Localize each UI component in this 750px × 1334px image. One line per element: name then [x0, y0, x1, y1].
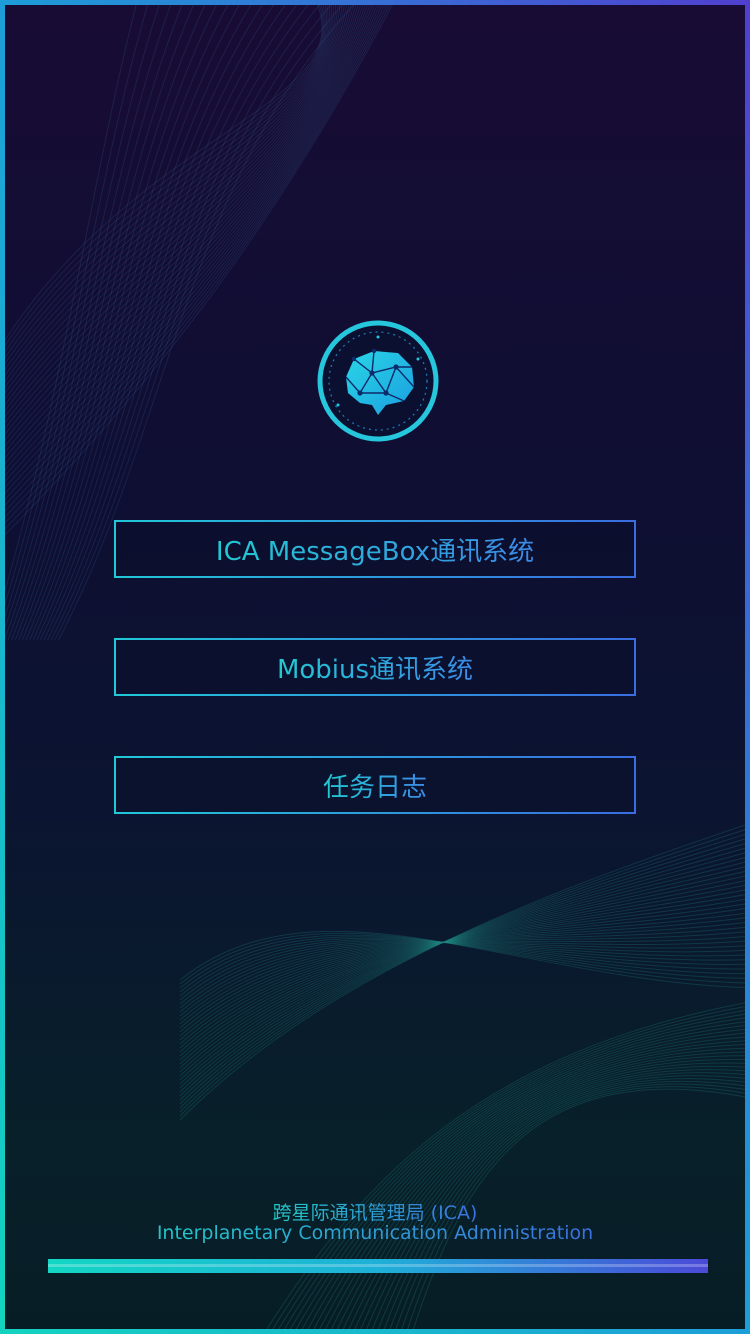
footer-org-name-cn: 跨星际通讯管理局 (ICA) — [0, 1198, 750, 1225]
wave-line — [0, 0, 351, 436]
wave-line — [179, 897, 750, 1057]
mission-log-label: 任务日志 — [323, 767, 427, 804]
wave-line — [179, 902, 750, 1053]
mission-log-button[interactable]: 任务日志 — [114, 756, 636, 814]
wave-line — [0, 0, 360, 460]
wave-line — [0, 0, 378, 500]
wave-line — [179, 836, 750, 1109]
wave-line — [179, 832, 750, 1113]
wave-line — [179, 879, 750, 1073]
mobius-system-label: Mobius通讯系统 — [277, 649, 473, 686]
wave-line — [0, 0, 336, 402]
wave-line — [0, 0, 348, 431]
messagebox-system-button[interactable]: ICA MessageBox通讯系统 — [114, 520, 636, 578]
footer-org-cn-text: 跨星际通讯管理局 (ICA) — [272, 1202, 478, 1224]
wave-line — [0, 0, 341, 413]
messagebox-system-label: ICA MessageBox通讯系统 — [216, 531, 534, 568]
wave-line — [263, 1001, 750, 1334]
footer-accent-bar — [48, 1259, 708, 1273]
brain-network-chat-icon — [317, 320, 439, 442]
wave-line — [179, 937, 750, 997]
app-screen: ICA MessageBox通讯系统 Mobius通讯系统 任务日志 跨星际通讯… — [0, 0, 750, 1334]
footer-org-en-text: Interplanetary Communication Administrat… — [156, 1222, 594, 1244]
wave-line — [179, 874, 750, 1077]
wave-line — [0, 0, 330, 384]
mobius-system-button[interactable]: Mobius通讯系统 — [114, 638, 636, 696]
footer-org-name-en: Interplanetary Communication Administrat… — [0, 1222, 750, 1244]
